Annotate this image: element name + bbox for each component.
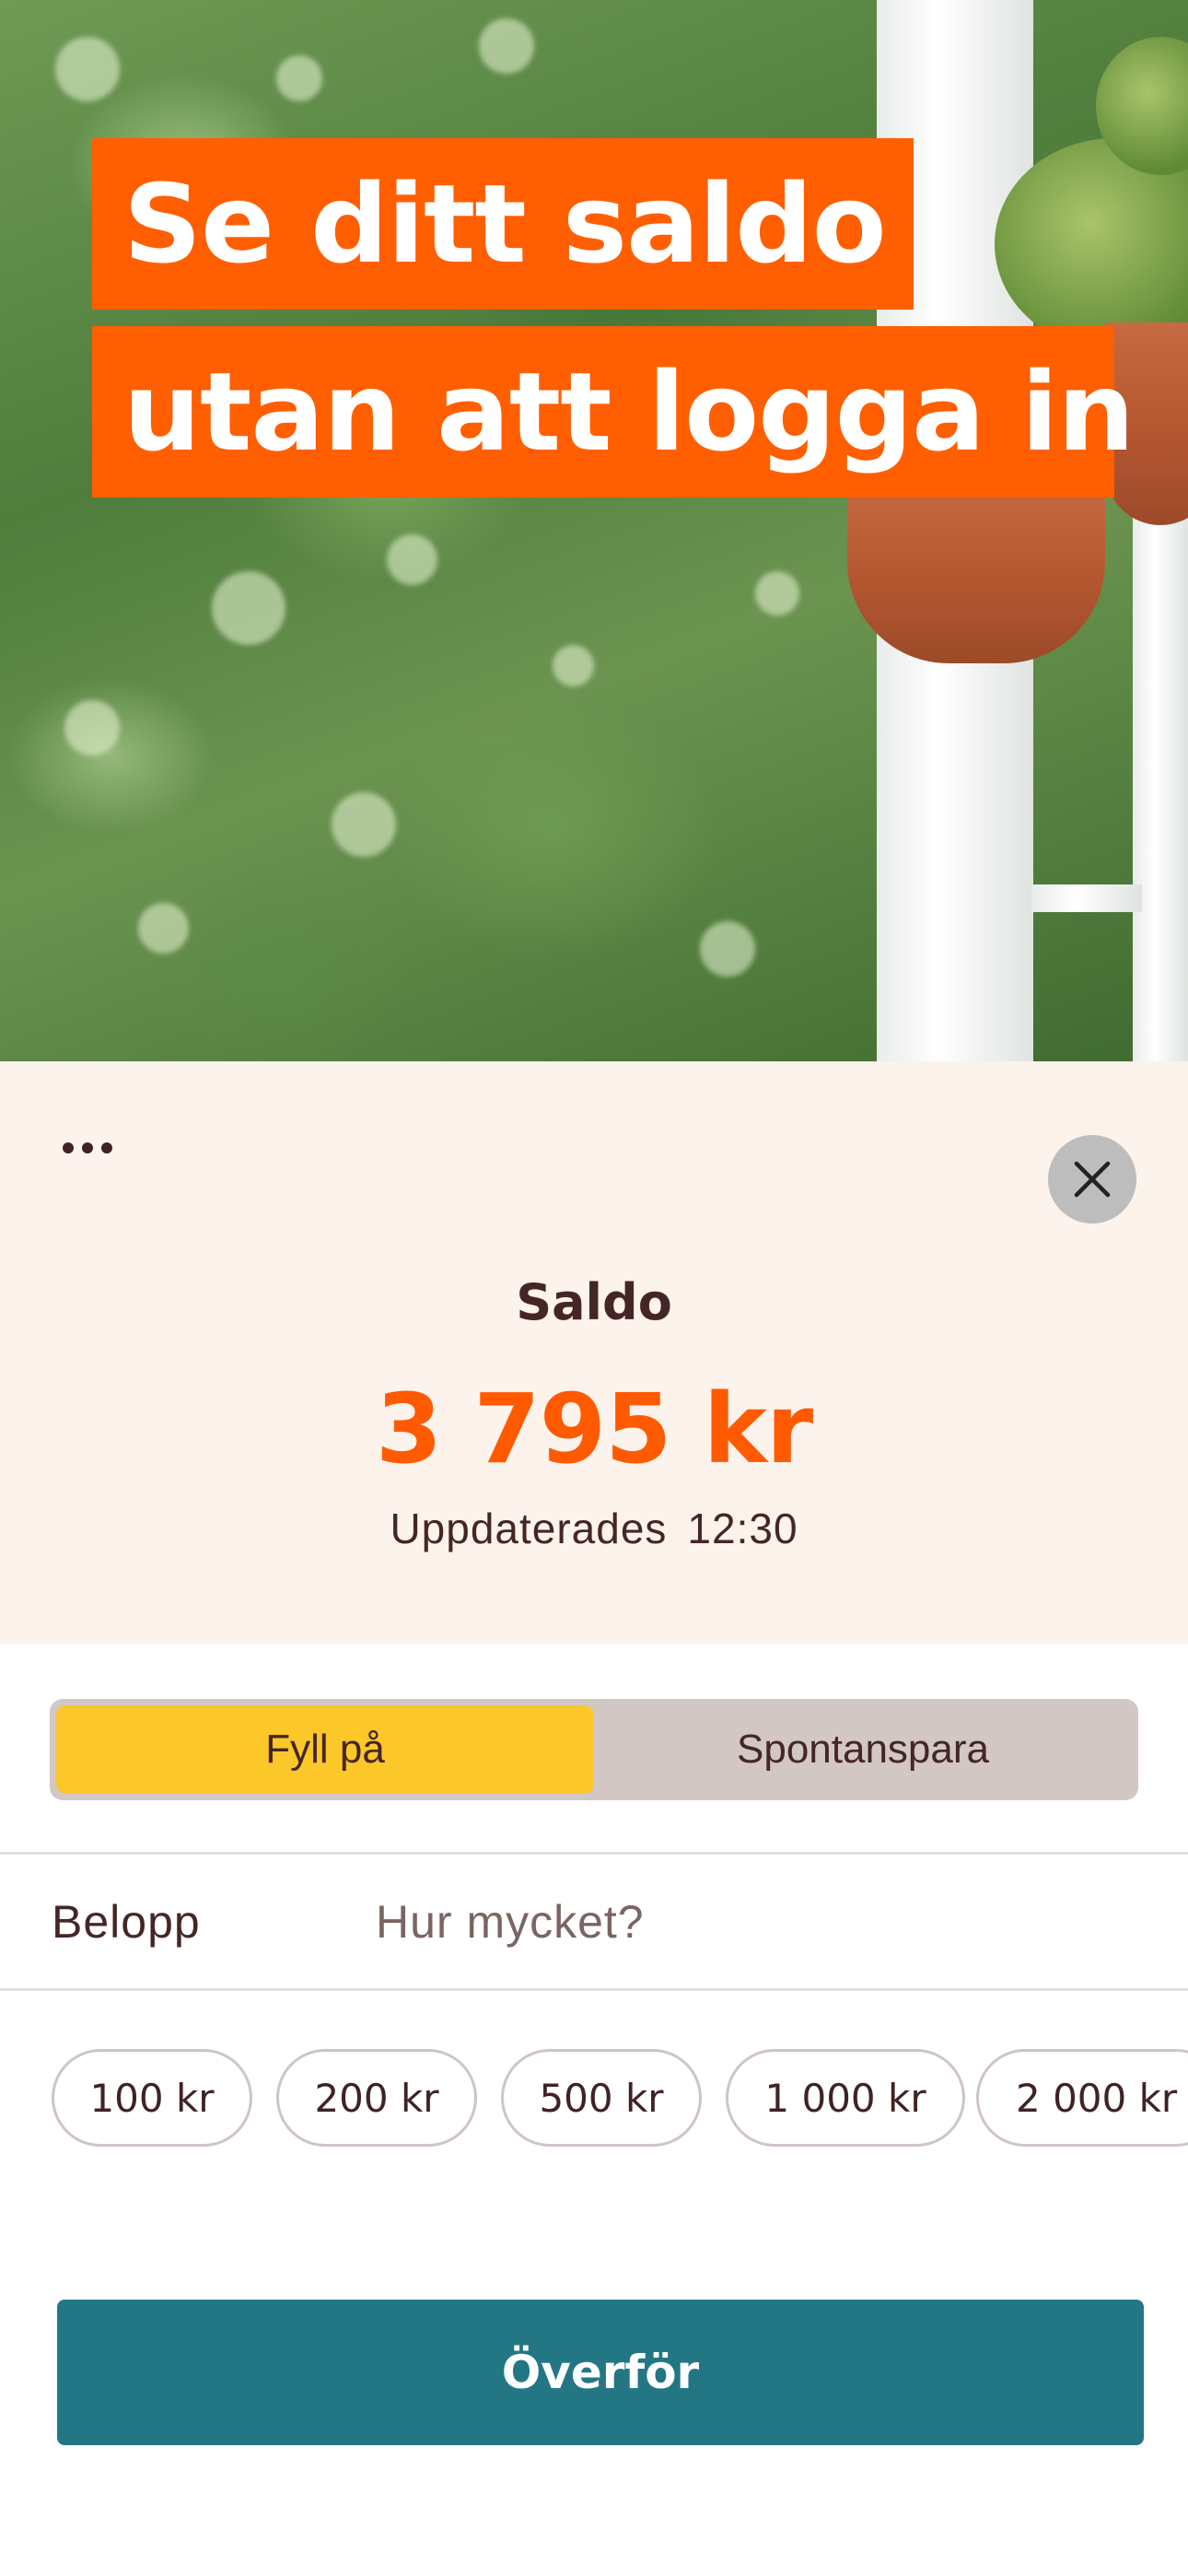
bokeh (332, 792, 396, 857)
quick-amount-chip[interactable]: 500 kr (501, 2049, 702, 2147)
transfer-button[interactable]: Överför (57, 2300, 1144, 2445)
porch-post (1133, 516, 1188, 1061)
dot (63, 1142, 74, 1153)
bokeh (212, 571, 285, 645)
ellipsis-icon[interactable] (53, 1120, 127, 1176)
divider (0, 1988, 1188, 1991)
porch-rail (1031, 884, 1142, 912)
tab-fyll-pa[interactable]: Fyll på (56, 1705, 594, 1794)
dot (101, 1142, 112, 1153)
bokeh (700, 921, 755, 977)
updated-status: Uppdaterades 12:30 (0, 1504, 1188, 1553)
quick-amount-chip[interactable]: 2 000 kr (976, 2049, 1188, 2147)
bokeh (276, 55, 322, 101)
amount-row: Belopp (0, 1855, 1188, 1988)
quick-amount-chips: 100 kr 200 kr 500 kr 1 000 kr 2 000 kr (0, 2047, 1188, 2150)
balance-amount: 3 795 kr (375, 1373, 813, 1485)
bokeh (387, 534, 437, 585)
tab-spontanspara[interactable]: Spontanspara (594, 1705, 1132, 1794)
updated-label: Uppdaterades (390, 1505, 668, 1552)
close-icon (1074, 1161, 1111, 1198)
balance-card: Saldo 3 795 kr Uppdaterades 12:30 (0, 1061, 1188, 1644)
hero-image: Se ditt saldo utan att logga in (0, 0, 1188, 1061)
quick-amount-chip[interactable]: 100 kr (52, 2049, 252, 2147)
amount-input[interactable] (376, 1882, 1131, 1961)
bokeh (755, 571, 799, 615)
mode-segmented-control: Fyll på Spontanspara (50, 1699, 1138, 1800)
close-button[interactable] (1048, 1135, 1136, 1224)
headline-line-1: Se ditt saldo (92, 138, 914, 310)
quick-amount-chip[interactable]: 200 kr (276, 2049, 477, 2147)
updated-time: 12:30 (687, 1505, 798, 1552)
quick-amount-chip[interactable]: 1 000 kr (726, 2049, 965, 2147)
headline-line-2: utan att logga in (92, 326, 1135, 498)
bokeh (55, 37, 120, 101)
bokeh (553, 645, 594, 686)
bokeh (138, 903, 189, 954)
bokeh (479, 18, 534, 74)
balance-label: Saldo (516, 1273, 672, 1331)
amount-label: Belopp (52, 1895, 201, 1948)
bokeh (64, 700, 120, 755)
dot (82, 1142, 93, 1153)
flower-pot (847, 479, 1105, 663)
